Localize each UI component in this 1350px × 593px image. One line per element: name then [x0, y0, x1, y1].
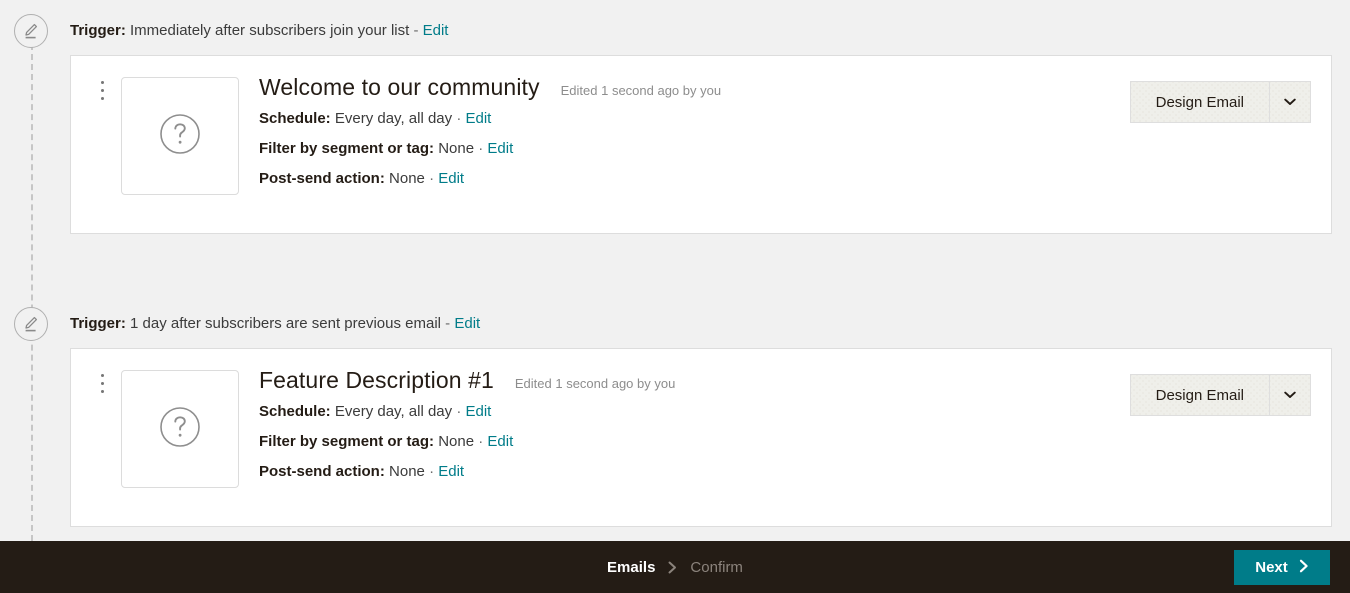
question-mark-circle-icon [155, 402, 205, 457]
trigger-edit-link[interactable]: Edit [454, 315, 480, 332]
meta-separator: · [456, 403, 462, 420]
meta-edit-link[interactable]: Edit [438, 170, 464, 187]
meta-value: Every day, all day [334, 110, 453, 127]
kebab-menu-icon[interactable] [93, 374, 111, 400]
chevron-down-icon [1284, 386, 1296, 404]
next-button[interactable]: Next [1234, 550, 1330, 585]
email-thumbnail[interactable] [121, 77, 239, 195]
breadcrumb-step-emails[interactable]: Emails [607, 559, 655, 576]
meta-key: Filter by segment or tag: [259, 140, 435, 157]
meta-edit-link[interactable]: Edit [465, 110, 491, 127]
automation-workflow-canvas: Trigger: Immediately after subscribers j… [0, 0, 1350, 541]
trigger-separator: - [445, 315, 451, 332]
workflow-connector-line [31, 44, 33, 541]
email-title: Welcome to our community [259, 74, 540, 100]
meta-value: Every day, all day [334, 403, 453, 420]
pencil-icon [15, 21, 47, 41]
breadcrumb-step-confirm[interactable]: Confirm [690, 559, 743, 576]
meta-edit-link[interactable]: Edit [487, 433, 513, 450]
meta-value: None [389, 463, 425, 480]
email-edited-meta: Edited 1 second ago by you [560, 83, 722, 98]
trigger-row: Trigger: Immediately after subscribers j… [70, 21, 448, 41]
design-email-button[interactable]: Design Email [1129, 374, 1269, 416]
design-email-button[interactable]: Design Email [1129, 81, 1269, 123]
meta-separator: · [478, 433, 484, 450]
meta-edit-link[interactable]: Edit [465, 403, 491, 420]
question-mark-circle-icon [155, 109, 205, 164]
trigger-label: Trigger: [70, 22, 126, 39]
email-edited-meta: Edited 1 second ago by you [514, 376, 676, 391]
email-meta-filter: Filter by segment or tag: None · Edit [259, 427, 1317, 457]
email-meta-filter: Filter by segment or tag: None · Edit [259, 134, 1317, 164]
meta-key: Schedule: [259, 403, 331, 420]
next-button-label: Next [1255, 559, 1288, 576]
meta-value: None [389, 170, 425, 187]
trigger-description: 1 day after subscribers are sent previou… [130, 315, 441, 332]
email-meta-postsend: Post-send action: None · Edit [259, 457, 1317, 487]
meta-value: None [438, 140, 475, 157]
design-email-split-button: Design Email [1129, 81, 1311, 123]
email-card: Feature Description #1 Edited 1 second a… [70, 348, 1332, 527]
chevron-right-icon [668, 561, 677, 574]
email-card: Welcome to our community Edited 1 second… [70, 55, 1332, 234]
meta-edit-link[interactable]: Edit [438, 463, 464, 480]
trigger-row: Trigger: 1 day after subscribers are sen… [70, 314, 480, 334]
meta-separator: · [478, 140, 484, 157]
workflow-node-trigger-1[interactable] [14, 14, 48, 48]
meta-key: Post-send action: [259, 170, 385, 187]
breadcrumb: Emails Confirm [607, 559, 743, 576]
pencil-icon [15, 314, 47, 334]
email-meta-postsend: Post-send action: None · Edit [259, 164, 1317, 194]
meta-separator: · [429, 463, 435, 480]
chevron-down-icon [1284, 93, 1296, 111]
kebab-menu-icon[interactable] [93, 81, 111, 107]
trigger-description: Immediately after subscribers join your … [130, 22, 410, 39]
trigger-separator: - [413, 22, 419, 39]
email-title: Feature Description #1 [259, 367, 494, 393]
bottom-action-bar: Emails Confirm Next [0, 541, 1350, 593]
meta-edit-link[interactable]: Edit [487, 140, 513, 157]
meta-separator: · [429, 170, 435, 187]
workflow-node-trigger-2[interactable] [14, 307, 48, 341]
meta-key: Post-send action: [259, 463, 385, 480]
trigger-edit-link[interactable]: Edit [423, 22, 449, 39]
meta-value: None [438, 433, 475, 450]
email-thumbnail[interactable] [121, 370, 239, 488]
design-email-dropdown-button[interactable] [1269, 374, 1311, 416]
meta-key: Filter by segment or tag: [259, 433, 435, 450]
design-email-split-button: Design Email [1129, 374, 1311, 416]
meta-key: Schedule: [259, 110, 331, 127]
design-email-dropdown-button[interactable] [1269, 81, 1311, 123]
chevron-right-icon [1299, 559, 1309, 577]
trigger-label: Trigger: [70, 315, 126, 332]
meta-separator: · [456, 110, 462, 127]
